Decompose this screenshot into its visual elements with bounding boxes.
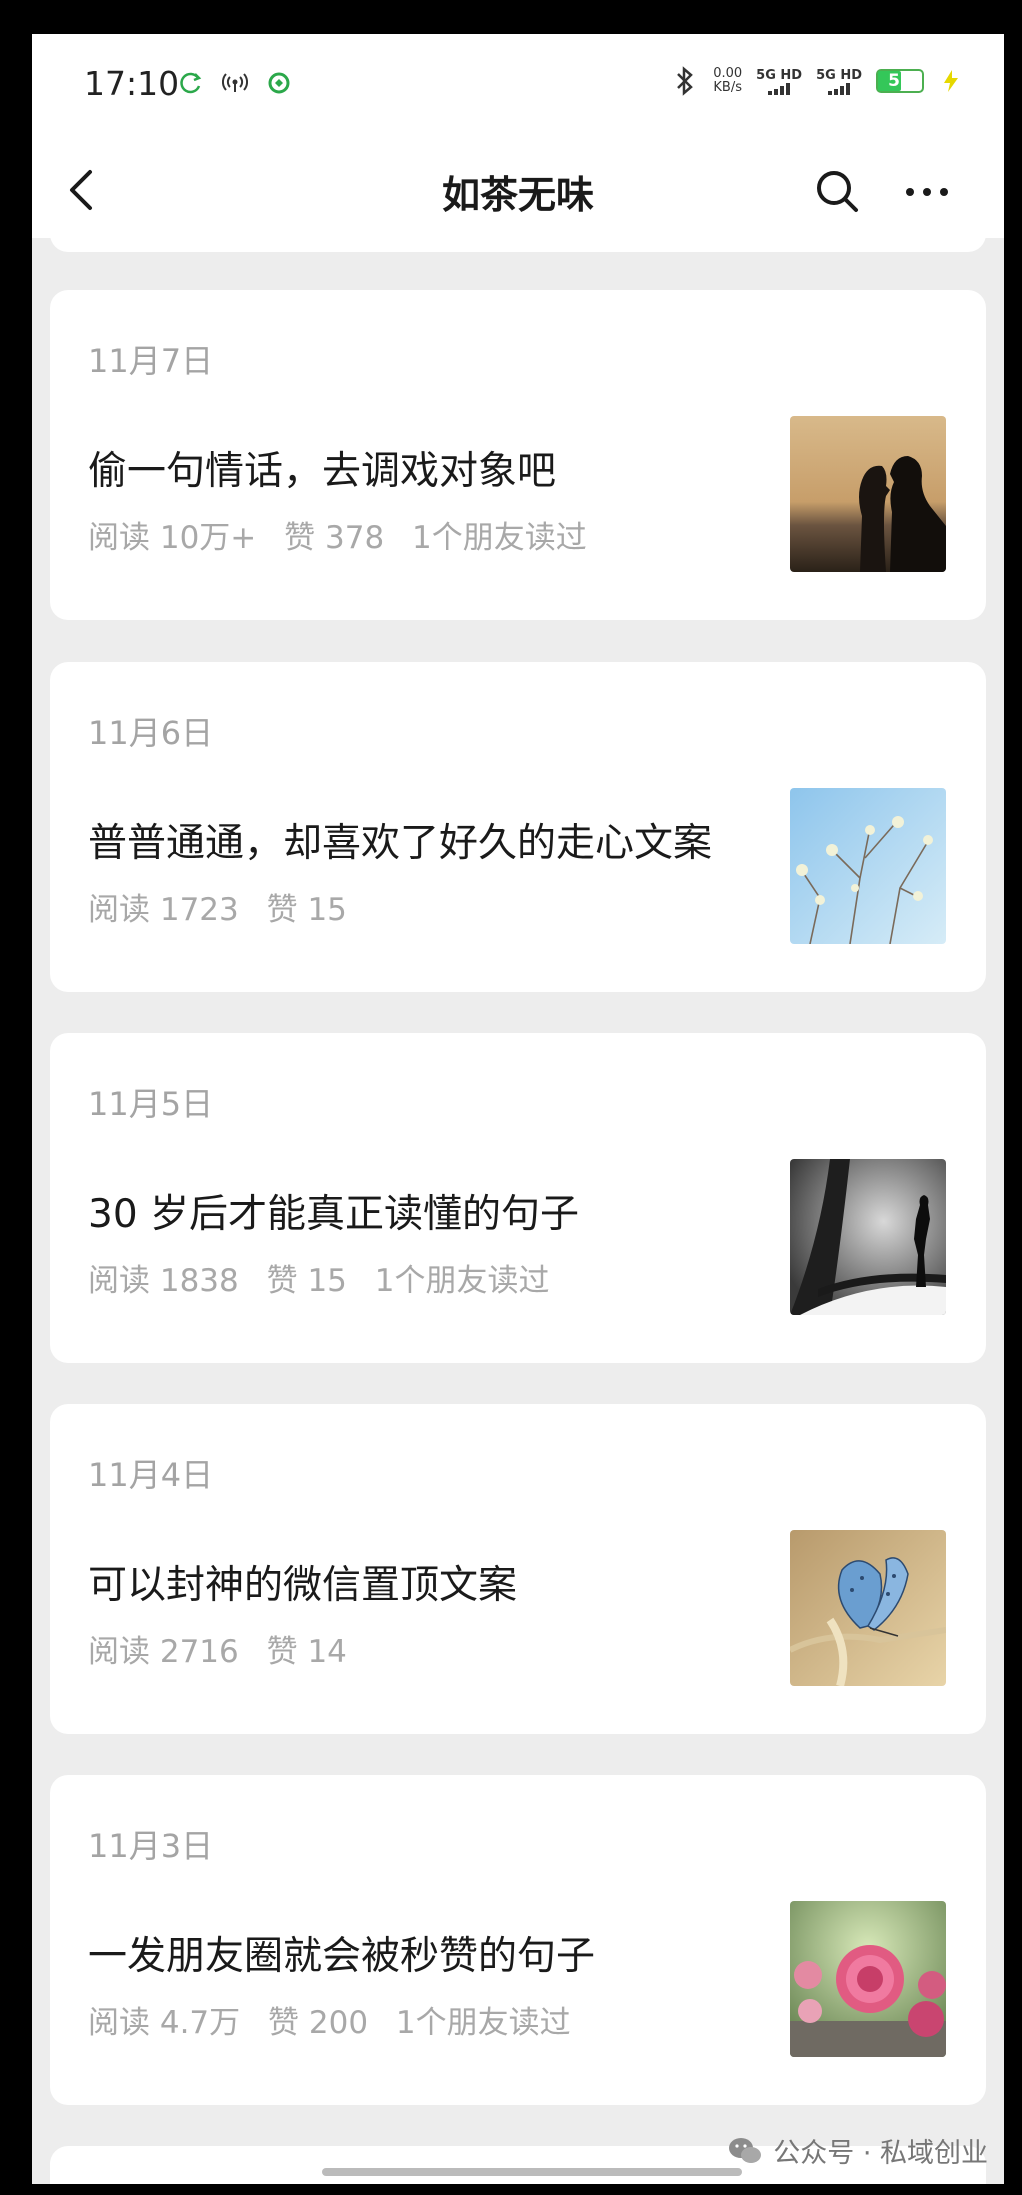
battery-indicator: 53 [876,69,924,93]
read-count: 阅读 10万+ [88,520,257,556]
article-title[interactable]: 偷一句情话，去调戏对象吧 [88,440,556,496]
home-indicator[interactable] [322,2168,742,2176]
article-card[interactable]: 11月3日 一发朋友圈就会被秒赞的句子 阅读 4.7万 赞 200 1个朋友读过 [50,1775,986,2105]
nav-bar: 如茶无味 [32,142,1004,238]
woman-silhouette-thumbnail[interactable] [790,1159,946,1315]
status-right: 0.00 KB/s 5G HD 5G HD 53 [671,66,964,96]
hotspot-icon [222,73,248,92]
read-count: 阅读 1723 [88,892,239,928]
pink-roses-thumbnail[interactable] [790,1901,946,2057]
friends-read: 1个朋友读过 [395,2005,571,2041]
search-icon[interactable] [812,166,862,216]
wechat-icon [729,2137,762,2163]
signal-2: 5G HD [816,68,862,95]
status-icons-left [178,70,292,96]
article-meta: 阅读 10万+ 赞 378 1个朋友读过 [88,512,605,557]
article-card[interactable]: 11月7日 偷一句情话，去调戏对象吧 阅读 10万+ 赞 378 1个朋友读过 [50,290,986,620]
read-count: 阅读 4.7万 [88,2005,241,2041]
bluetooth-icon [677,66,694,96]
article-meta: 阅读 4.7万 赞 200 1个朋友读过 [88,1997,589,2042]
like-count: 赞 378 [284,520,385,556]
like-count: 赞 14 [266,1634,347,1670]
like-count: 赞 200 [268,2005,369,2041]
status-time: 17:10 [84,64,180,103]
article-meta: 阅读 1838 赞 15 1个朋友读过 [88,1255,568,1300]
article-title[interactable]: 30 岁后才能真正读懂的句子 [88,1183,579,1239]
charging-icon [944,70,958,92]
signal-bars-icon [828,82,851,95]
article-title[interactable]: 一发朋友圈就会被秒赞的句子 [88,1925,595,1981]
watermark: 公众号 · 私域创业 [727,2131,988,2170]
article-date: 11月4日 [88,1456,214,1494]
article-card[interactable]: 11月6日 普普通通，却喜欢了好久的走心文案 阅读 1723 赞 15 [50,662,986,992]
phone-screen: 17:10 0.00 KB/s 5G HD 5G HD 53 如茶无味 11月7… [32,34,1004,2184]
blossom-branches-thumbnail[interactable] [790,788,946,944]
article-date: 11月5日 [88,1085,214,1123]
article-card[interactable]: 11月4日 可以封神的微信置顶文案 阅读 2716 赞 14 [50,1404,986,1734]
article-title[interactable]: 可以封神的微信置顶文案 [88,1554,517,1610]
article-meta: 阅读 2716 赞 14 [88,1626,365,1671]
status-bar: 17:10 0.00 KB/s 5G HD 5G HD 53 [32,34,1004,142]
blue-butterfly-thumbnail[interactable] [790,1530,946,1686]
watermark-text: 公众号 · 私域创业 [773,2138,988,2169]
app-notification-icon [268,72,290,94]
couple-silhouette-thumbnail[interactable] [790,416,946,572]
friends-read: 1个朋友读过 [412,520,587,556]
read-count: 阅读 2716 [88,1634,239,1670]
more-options-icon[interactable] [902,172,952,212]
read-count: 阅读 1838 [88,1263,239,1299]
like-count: 赞 15 [266,1263,347,1299]
article-date: 11月7日 [88,342,214,380]
battery-level: 53 [888,71,912,91]
previous-card-bottom [50,234,986,252]
signal-1: 5G HD [756,68,802,95]
article-card[interactable]: 11月5日 30 岁后才能真正读懂的句子 阅读 1838 赞 15 1个朋友读过 [50,1033,986,1363]
article-title[interactable]: 普普通通，却喜欢了好久的走心文案 [88,812,712,868]
article-date: 11月6日 [88,714,214,752]
net-speed: 0.00 KB/s [713,66,743,95]
article-date: 11月3日 [88,1827,214,1865]
friends-read: 1个朋友读过 [374,1263,550,1299]
article-meta: 阅读 1723 赞 15 [88,884,365,929]
like-count: 赞 15 [266,892,347,928]
signal-bars-icon [768,82,791,95]
sync-icon [180,72,202,94]
